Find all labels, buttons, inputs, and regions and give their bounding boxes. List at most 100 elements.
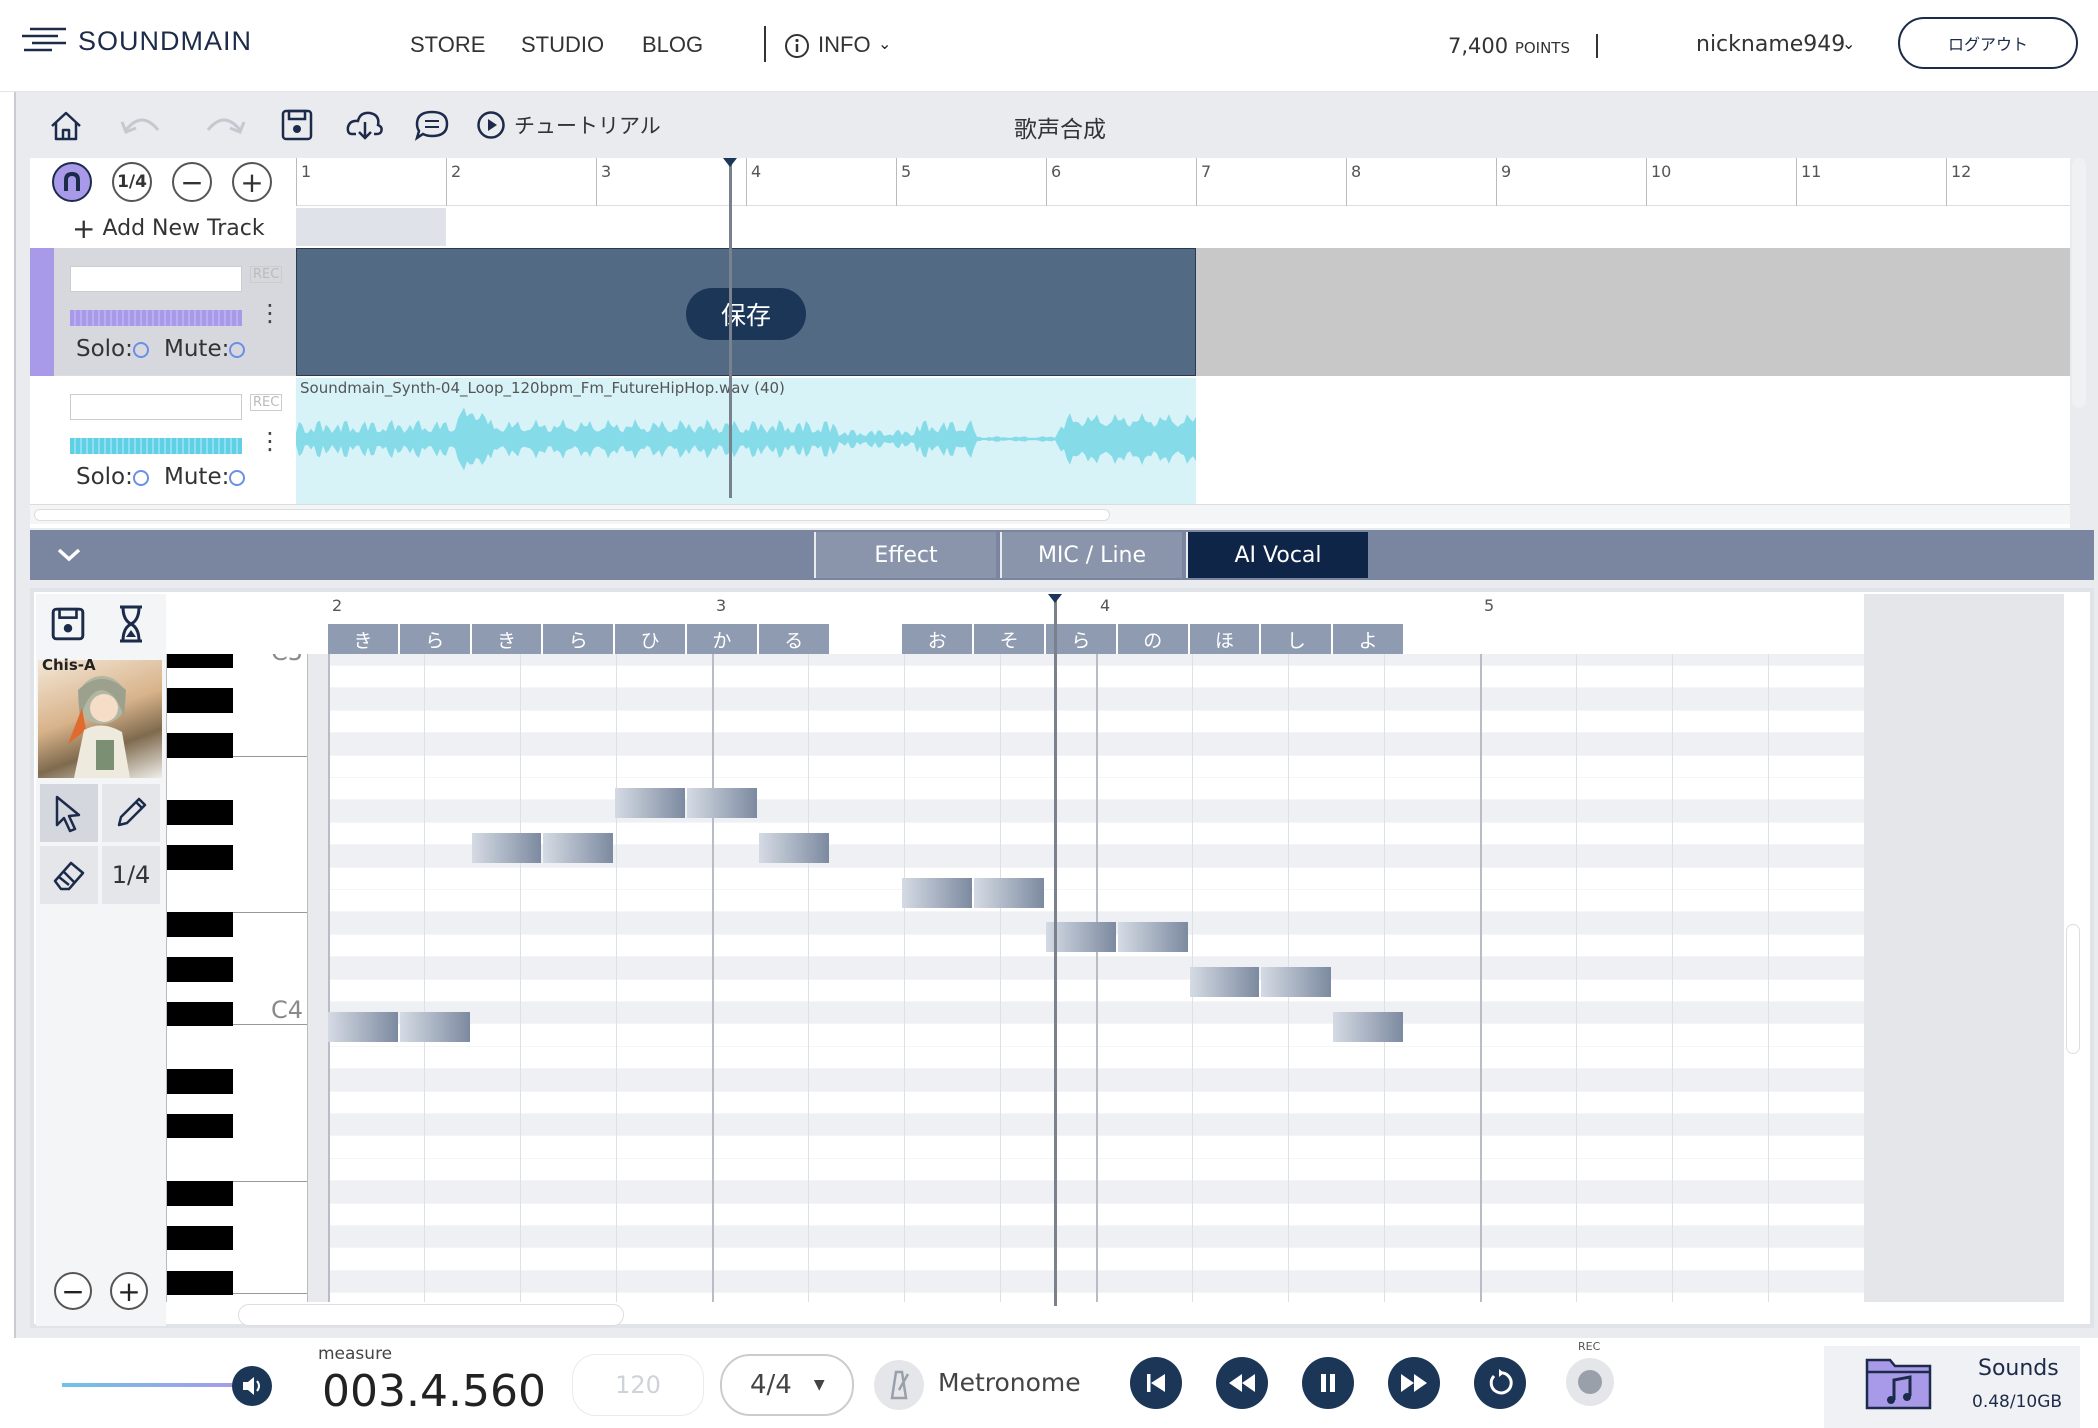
- grid-size-button[interactable]: 1/4: [112, 162, 152, 202]
- play-circle-icon[interactable]: [476, 110, 506, 140]
- logout-button[interactable]: ログアウト: [1898, 17, 2078, 69]
- solo-toggle[interactable]: Solo:: [76, 464, 149, 490]
- rec-toggle[interactable]: REC: [250, 394, 283, 411]
- pencil-tool-button[interactable]: [102, 784, 160, 842]
- black-key[interactable]: [167, 912, 233, 937]
- midi-note[interactable]: [471, 832, 542, 863]
- collapse-chevron-icon[interactable]: [56, 546, 82, 564]
- lyric-cell[interactable]: ひ: [615, 624, 687, 654]
- track-name-input[interactable]: [70, 266, 242, 292]
- vertical-zoom-out-button[interactable]: −: [54, 1272, 92, 1310]
- tutorial-link[interactable]: チュートリアル: [514, 110, 661, 140]
- solo-radio[interactable]: [132, 341, 149, 358]
- midi-note[interactable]: [902, 877, 973, 908]
- track-menu-icon[interactable]: ⋮: [258, 429, 282, 453]
- track-name-input[interactable]: [70, 394, 242, 420]
- add-track-button[interactable]: + Add New Track: [72, 212, 265, 245]
- black-key[interactable]: [167, 1002, 233, 1027]
- mute-radio[interactable]: [229, 341, 246, 358]
- nav-info[interactable]: INFO: [818, 32, 871, 58]
- fast-forward-button[interactable]: [1388, 1357, 1440, 1409]
- lyric-cell[interactable]: ら: [399, 624, 472, 654]
- redo-icon[interactable]: [202, 110, 246, 142]
- lyric-cell[interactable]: お: [902, 624, 975, 654]
- master-volume-slider[interactable]: [62, 1383, 242, 1387]
- black-key[interactable]: [167, 1226, 233, 1251]
- metronome-icon[interactable]: [874, 1360, 924, 1410]
- logo-text[interactable]: SOUNDMAIN: [78, 26, 252, 57]
- lyric-cell[interactable]: そ: [974, 624, 1046, 654]
- mute-radio[interactable]: [229, 469, 246, 486]
- black-key[interactable]: [167, 845, 233, 870]
- rewind-button[interactable]: [1216, 1357, 1268, 1409]
- midi-note[interactable]: [1189, 967, 1260, 998]
- track-volume-slider[interactable]: [70, 310, 242, 326]
- lyric-cell[interactable]: ほ: [1189, 624, 1262, 654]
- user-menu[interactable]: nickname949: [1696, 32, 1845, 57]
- playhead[interactable]: [723, 158, 737, 498]
- mute-toggle[interactable]: Mute:: [164, 336, 246, 362]
- hourglass-icon[interactable]: [116, 604, 146, 644]
- black-key[interactable]: [167, 1181, 233, 1206]
- note-length-button[interactable]: 1/4: [102, 846, 160, 904]
- eraser-tool-button[interactable]: [40, 846, 98, 904]
- black-key[interactable]: [167, 1114, 233, 1139]
- black-key[interactable]: [167, 957, 233, 982]
- black-key[interactable]: [167, 654, 233, 668]
- lyric-cell[interactable]: き: [328, 624, 400, 654]
- nav-store[interactable]: STORE: [410, 32, 485, 58]
- note-grid[interactable]: [328, 654, 1864, 1302]
- snap-magnet-button[interactable]: [52, 162, 92, 202]
- lyric-cell[interactable]: よ: [1333, 624, 1405, 654]
- midi-note[interactable]: [1117, 922, 1188, 953]
- nav-blog[interactable]: BLOG: [642, 32, 703, 58]
- volume-icon[interactable]: [232, 1366, 272, 1406]
- black-key[interactable]: [167, 1069, 233, 1094]
- rec-toggle[interactable]: REC: [250, 266, 283, 283]
- black-key[interactable]: [167, 1270, 233, 1296]
- lyric-cell[interactable]: き: [471, 624, 544, 654]
- timeline-vscrollbar[interactable]: [2072, 158, 2086, 408]
- loop-button[interactable]: [1474, 1357, 1526, 1409]
- black-key[interactable]: [167, 733, 233, 758]
- skip-to-start-button[interactable]: [1130, 1357, 1182, 1409]
- editor-ruler[interactable]: [328, 594, 2064, 624]
- midi-note[interactable]: [1333, 1012, 1403, 1042]
- midi-note[interactable]: [1261, 967, 1332, 998]
- lyric-cell[interactable]: か: [687, 624, 759, 654]
- lyric-cell[interactable]: し: [1261, 624, 1334, 654]
- home-icon[interactable]: [48, 108, 84, 144]
- track-menu-icon[interactable]: ⋮: [258, 301, 282, 325]
- midi-note[interactable]: [399, 1012, 470, 1042]
- undo-icon[interactable]: [120, 110, 164, 142]
- piano-keyboard[interactable]: C4 C5: [166, 654, 308, 1302]
- editor-playhead[interactable]: [1048, 594, 1062, 1306]
- zoom-out-button[interactable]: −: [172, 162, 212, 202]
- black-key[interactable]: [167, 800, 233, 825]
- zoom-in-button[interactable]: +: [232, 162, 272, 202]
- vertical-zoom-in-button[interactable]: +: [110, 1272, 148, 1310]
- track-volume-slider[interactable]: [70, 438, 242, 454]
- track-lane-empty[interactable]: [1196, 248, 2070, 376]
- solo-radio[interactable]: [132, 469, 149, 486]
- editor-hscrollbar[interactable]: [238, 1304, 624, 1326]
- pause-button[interactable]: [1302, 1357, 1354, 1409]
- comment-icon[interactable]: [414, 108, 450, 142]
- midi-note[interactable]: [543, 832, 614, 863]
- mute-toggle[interactable]: Mute:: [164, 464, 246, 490]
- tab-effect[interactable]: Effect: [814, 532, 996, 578]
- midi-note[interactable]: [615, 788, 685, 818]
- tempo-input[interactable]: 120: [572, 1354, 704, 1416]
- midi-note[interactable]: [758, 832, 829, 863]
- solo-toggle[interactable]: Solo:: [76, 336, 149, 362]
- save-icon[interactable]: [50, 606, 86, 642]
- tab-mic-line[interactable]: MIC / Line: [1000, 532, 1182, 578]
- singer-avatar[interactable]: [38, 660, 162, 778]
- meter-select[interactable]: 4/4 ▼: [720, 1354, 854, 1416]
- editor-vscrollbar[interactable]: [2066, 924, 2080, 1054]
- select-tool-button[interactable]: [40, 784, 98, 842]
- loop-region[interactable]: [296, 208, 446, 246]
- lyric-cell[interactable]: ら: [543, 624, 616, 654]
- timeline-scrollbar[interactable]: [30, 504, 2070, 524]
- midi-note[interactable]: [687, 788, 757, 818]
